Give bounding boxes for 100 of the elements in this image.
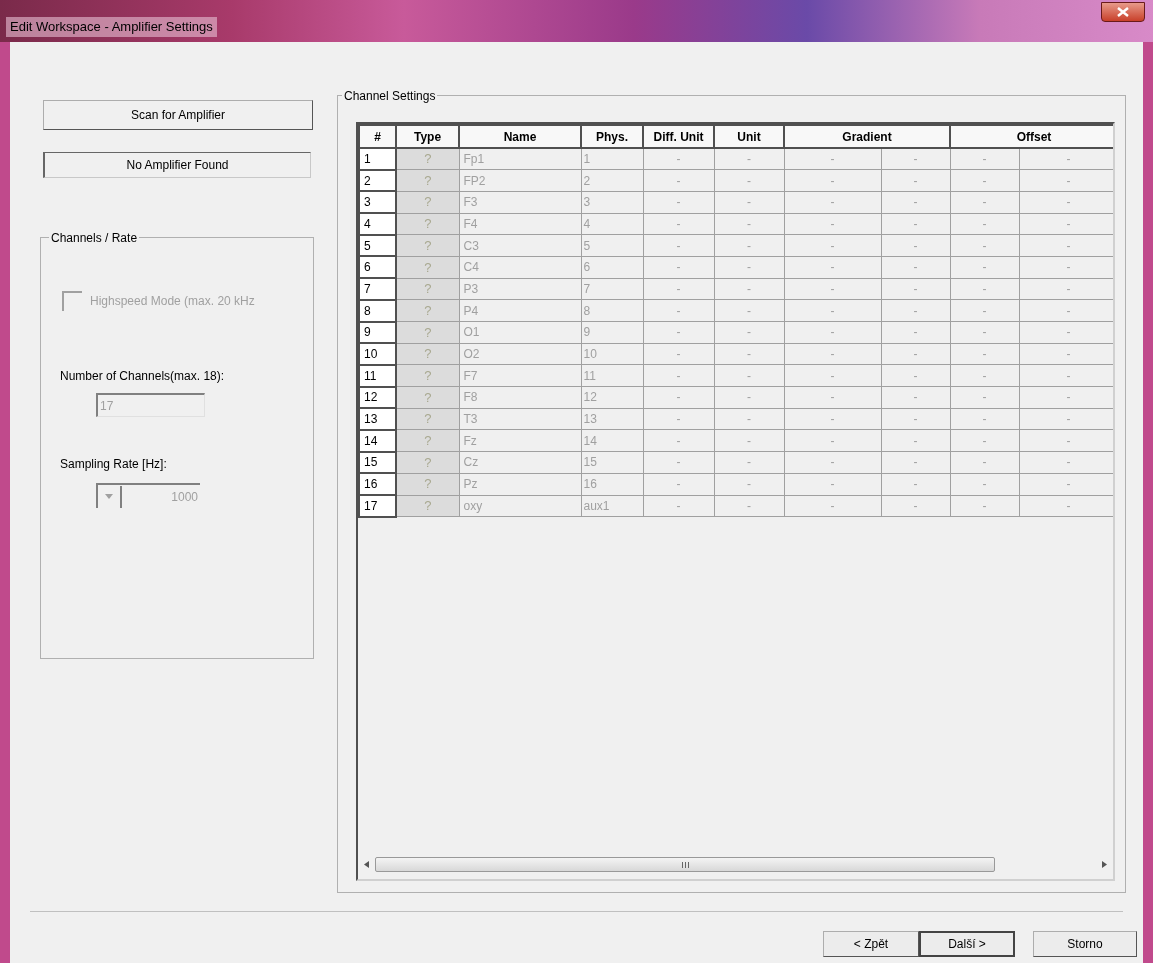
table-cell: - (950, 278, 1019, 300)
row-number: 16 (359, 473, 396, 495)
table-cell: 14 (581, 429, 643, 452)
table-cell: - (881, 364, 950, 387)
table-cell: Fz (459, 429, 581, 452)
table-cell: - (643, 408, 714, 430)
table-cell: - (714, 473, 784, 495)
close-button[interactable] (1101, 2, 1145, 22)
column-header[interactable]: Offset (950, 125, 1113, 148)
table-cell: - (881, 321, 950, 344)
grip-icon (681, 861, 689, 868)
scan-button[interactable]: Scan for Amplifier (43, 100, 313, 130)
row-number: 11 (359, 364, 396, 387)
table-cell: - (643, 495, 714, 517)
table-cell: - (714, 321, 784, 344)
field-label: Sampling Rate [Hz]: (60, 456, 168, 473)
table-cell: - (714, 364, 784, 387)
table-cell: - (950, 191, 1019, 214)
table-cell: F4 (459, 213, 581, 235)
column-header[interactable]: Gradient (784, 125, 950, 148)
table-cell: O1 (459, 321, 581, 344)
table-cell: 13 (581, 408, 643, 430)
table-cell: - (784, 299, 881, 322)
table-cell: - (784, 278, 881, 300)
table-cell: - (881, 451, 950, 474)
row-number: 1 (359, 148, 396, 170)
table-cell: - (643, 256, 714, 279)
table-cell: - (714, 386, 784, 409)
column-header[interactable]: Unit (714, 125, 784, 148)
table-cell: - (714, 429, 784, 452)
table-cell: F8 (459, 386, 581, 409)
table-cell: - (784, 169, 881, 192)
table-cell: - (714, 278, 784, 300)
wizard-button[interactable]: Storno (1033, 931, 1137, 957)
table-cell: - (950, 299, 1019, 322)
table-cell: - (950, 234, 1019, 257)
column-header[interactable]: Name (459, 125, 581, 148)
table-cell: - (881, 213, 950, 235)
table-cell: - (950, 213, 1019, 235)
table-cell: Fp1 (459, 148, 581, 170)
row-number: 8 (359, 299, 396, 322)
table-cell: - (643, 191, 714, 214)
table-cell: 16 (581, 473, 643, 495)
table-cell: - (881, 256, 950, 279)
table-cell: - (881, 386, 950, 409)
table-cell: - (881, 191, 950, 214)
row-number: 6 (359, 256, 396, 279)
window-title: Edit Workspace - Amplifier Settings (6, 17, 217, 37)
table-cell: - (784, 473, 881, 495)
table-cell: P3 (459, 278, 581, 300)
table-cell: - (714, 495, 784, 517)
table-cell: - (950, 408, 1019, 430)
row-number: 9 (359, 321, 396, 344)
scroll-right-icon[interactable] (1102, 861, 1107, 868)
table-cell: - (950, 386, 1019, 409)
wizard-button[interactable]: Další > (919, 931, 1015, 957)
table-cell: - (643, 234, 714, 257)
table-cell: 4 (581, 213, 643, 235)
table-cell: - (784, 213, 881, 235)
table-cell: aux1 (581, 495, 643, 517)
table-cell: - (643, 213, 714, 235)
table-cell: - (881, 473, 950, 495)
table-cell: - (881, 234, 950, 257)
wizard-button[interactable]: < Zpět (823, 931, 919, 957)
table-cell: Cz (459, 451, 581, 474)
column-header[interactable]: Type (396, 125, 459, 148)
column-header[interactable]: Phys. (581, 125, 643, 148)
table-cell: 6 (581, 256, 643, 279)
table-cell: - (950, 321, 1019, 344)
table-cell: - (784, 451, 881, 474)
table-cell: 1 (581, 148, 643, 170)
table-cell: - (714, 256, 784, 279)
column-header[interactable]: # (359, 125, 396, 148)
table-cell: - (950, 148, 1019, 170)
table-cell: P4 (459, 299, 581, 322)
table-cell: - (950, 169, 1019, 192)
table-cell: C3 (459, 234, 581, 257)
table-cell: - (714, 191, 784, 214)
table-cell: - (784, 256, 881, 279)
column-header[interactable]: Diff. Unit (643, 125, 714, 148)
table-cell: - (950, 451, 1019, 474)
table-cell: F7 (459, 364, 581, 387)
row-number: 17 (359, 495, 396, 517)
table-cell: - (950, 495, 1019, 517)
scrollbar-thumb[interactable] (375, 857, 995, 872)
table-cell: - (714, 234, 784, 257)
table-cell: 3 (581, 191, 643, 214)
table-cell: T3 (459, 408, 581, 430)
close-icon (1117, 7, 1129, 17)
table-cell: - (643, 148, 714, 170)
table-cell: - (784, 495, 881, 517)
scroll-left-icon[interactable] (364, 861, 369, 868)
row-number: 10 (359, 343, 396, 365)
table-cell: 9 (581, 321, 643, 344)
table-cell: - (784, 429, 881, 452)
row-number: 13 (359, 408, 396, 430)
table-cell: - (643, 386, 714, 409)
table-cell: - (784, 343, 881, 365)
table-cell: - (950, 343, 1019, 365)
table-cell: - (784, 364, 881, 387)
